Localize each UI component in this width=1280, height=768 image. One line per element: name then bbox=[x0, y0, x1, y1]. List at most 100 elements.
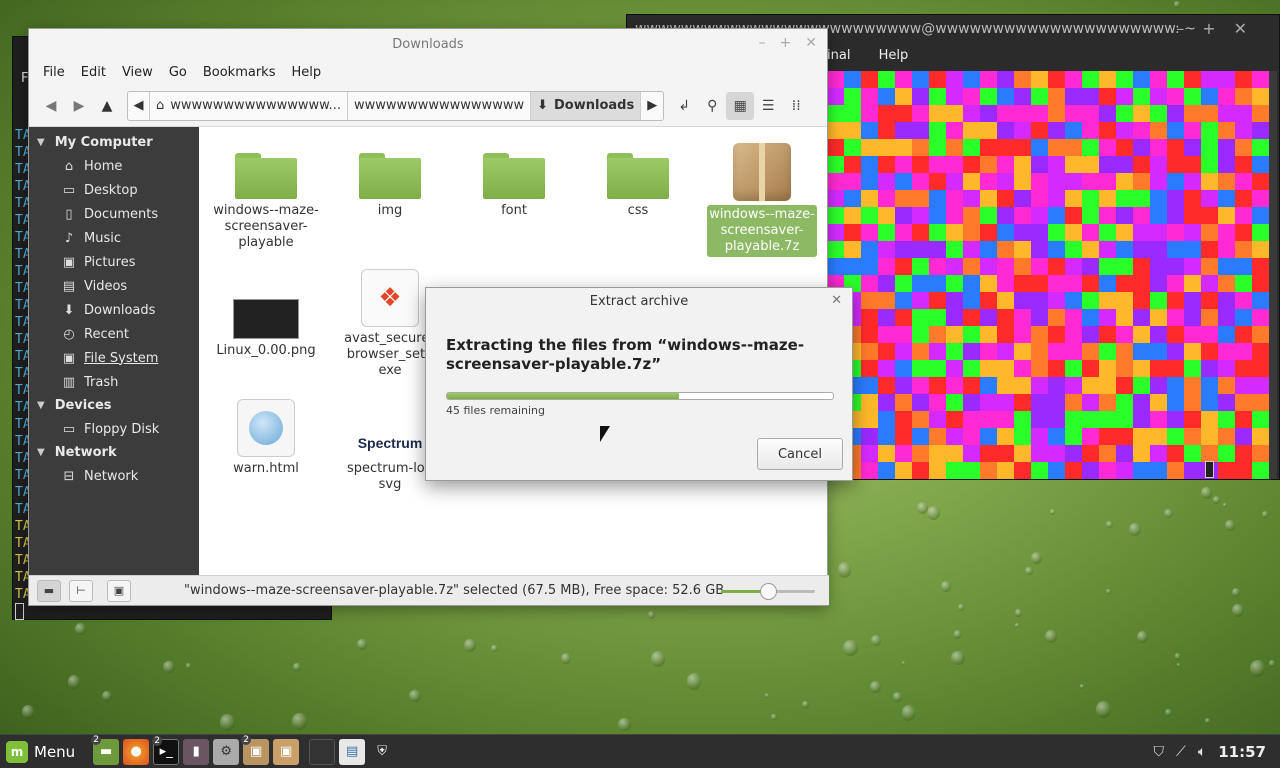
file-item[interactable]: css bbox=[583, 127, 693, 219]
taskbar-files-icon[interactable]: 2 ▬ bbox=[91, 734, 120, 765]
file-item[interactable]: Linux_0.00.png bbox=[211, 275, 321, 359]
taskbar-firefox-icon[interactable]: ● bbox=[123, 738, 150, 765]
list-view-icon[interactable]: ☰ bbox=[754, 92, 782, 120]
screensaver-mosaic bbox=[827, 71, 1269, 479]
raindrop bbox=[647, 610, 656, 619]
hide-sidebar-icon[interactable]: ▣ bbox=[107, 579, 131, 602]
minimize-icon[interactable]: – bbox=[759, 35, 766, 51]
sidebar-header-devices[interactable]: ▼ Devices bbox=[29, 394, 199, 417]
mosaic-cell bbox=[1133, 122, 1150, 139]
raindrop bbox=[1129, 523, 1141, 537]
menu-go[interactable]: Go bbox=[163, 65, 193, 80]
menu-help[interactable]: Help bbox=[285, 65, 327, 80]
menu-file[interactable]: File bbox=[37, 65, 71, 80]
sidebar-item-recent[interactable]: ◴ Recent bbox=[29, 322, 199, 346]
mosaic-cell bbox=[1082, 428, 1099, 445]
taskbar-blank-window-icon[interactable] bbox=[309, 738, 336, 765]
sidebar-item-trash[interactable]: ▥ Trash bbox=[29, 370, 199, 394]
zoom-slider-knob[interactable] bbox=[760, 583, 777, 600]
path-right-arrow-icon[interactable]: ▶ bbox=[641, 92, 663, 120]
sidebar-item-floppy-disk[interactable]: ▭ Floppy Disk bbox=[29, 417, 199, 441]
sidebar-header-network[interactable]: ▼ Network bbox=[29, 441, 199, 464]
sidebar-item-pictures[interactable]: ▣ Pictures bbox=[29, 250, 199, 274]
menu-bookmarks[interactable]: Bookmarks bbox=[197, 65, 282, 80]
close-icon[interactable]: ✕ bbox=[831, 293, 842, 308]
terminal-menu-help[interactable]: Help bbox=[879, 48, 909, 63]
volume-icon[interactable]: 🔈︎ bbox=[1198, 744, 1206, 760]
taskbar-package-icon[interactable]: 2 ▣ bbox=[241, 734, 270, 765]
taskbar-archive-manager-icon[interactable]: ▮ bbox=[183, 738, 210, 765]
collapse-triangle-icon[interactable]: ▼ bbox=[37, 447, 45, 458]
mosaic-cell bbox=[861, 71, 878, 88]
taskbar-settings-icon[interactable]: ⚙ bbox=[213, 738, 240, 765]
raindrop bbox=[618, 717, 631, 732]
sidebar-item-documents[interactable]: ▯ Documents bbox=[29, 202, 199, 226]
collapse-triangle-icon[interactable]: ▼ bbox=[37, 400, 45, 411]
terminal-scrollbar[interactable] bbox=[1269, 71, 1277, 479]
file-item[interactable]: img bbox=[335, 127, 445, 219]
forward-arrow-icon[interactable]: ▶ bbox=[65, 92, 93, 120]
extract-archive-dialog[interactable]: Extract archive ✕ Extracting the files f… bbox=[425, 287, 853, 481]
show-tree-icon[interactable]: ⊢ bbox=[69, 579, 93, 602]
path-segment-user[interactable]: wwwwwwwwwwwwwwww bbox=[348, 91, 532, 120]
terminal-menu-terminal[interactable]: inal bbox=[827, 48, 850, 63]
close-icon[interactable]: ✕ bbox=[805, 35, 817, 51]
file-item[interactable]: warn.html bbox=[211, 399, 321, 477]
zoom-slider[interactable] bbox=[721, 583, 815, 600]
mosaic-cell bbox=[1167, 377, 1184, 394]
mosaic-cell bbox=[1201, 139, 1218, 156]
path-left-arrow-icon[interactable]: ◀ bbox=[128, 91, 150, 120]
mosaic-cell bbox=[895, 462, 912, 479]
mosaic-cell bbox=[980, 105, 997, 122]
file-item[interactable]: font bbox=[459, 127, 569, 219]
taskbar-text-editor-icon[interactable]: ▤ bbox=[339, 738, 366, 765]
sidebar-item-network[interactable]: ⊟ Network bbox=[29, 464, 199, 488]
sidebar-item-label: Trash bbox=[84, 374, 119, 390]
menu-edit[interactable]: Edit bbox=[75, 65, 112, 80]
path-home-segment[interactable]: ⌂ wwwwwwwwwwwwwww... bbox=[150, 91, 348, 120]
terminal-left-output: TA TA TA TA TA TA TA TA TA TA TA TA TA TA TA TA TA TA TA TA… bbox=[15, 127, 31, 603]
path-segment-downloads[interactable]: ⬇ Downloads bbox=[531, 91, 642, 120]
mosaic-cell bbox=[1082, 105, 1099, 122]
show-places-icon[interactable]: ▬ bbox=[37, 579, 61, 602]
mosaic-cell bbox=[1167, 428, 1184, 445]
mosaic-cell bbox=[1235, 394, 1252, 411]
shield-tray-icon[interactable]: ⛉ bbox=[1154, 744, 1165, 760]
mosaic-cell bbox=[1065, 428, 1082, 445]
mosaic-cell bbox=[1184, 428, 1201, 445]
mosaic-cell bbox=[1201, 360, 1218, 377]
maximize-icon[interactable]: + bbox=[780, 35, 792, 51]
network-tray-icon[interactable]: ⟋ bbox=[1176, 744, 1186, 760]
sidebar-item-music[interactable]: ♪ Music bbox=[29, 226, 199, 250]
file-manager-titlebar[interactable]: Downloads – + ✕ bbox=[29, 29, 827, 59]
taskbar-shield-icon[interactable]: ⛨ bbox=[369, 739, 395, 765]
sidebar-item-desktop[interactable]: ▭ Desktop bbox=[29, 178, 199, 202]
sidebar-item-downloads[interactable]: ⬇ Downloads bbox=[29, 298, 199, 322]
toggle-location-icon[interactable]: ↲ bbox=[670, 92, 698, 120]
back-arrow-icon[interactable]: ◀ bbox=[37, 92, 65, 120]
icon-view-icon[interactable]: ▦ bbox=[726, 91, 755, 120]
clock[interactable]: 11:57 bbox=[1218, 743, 1266, 761]
sidebar-item-home[interactable]: ⌂ Home bbox=[29, 154, 199, 178]
taskbar-badge: 2 bbox=[152, 735, 162, 746]
sidebar-item-file-system[interactable]: ▣ File System bbox=[29, 346, 199, 370]
file-item[interactable]: windows--maze- screensaver- playable.7z bbox=[707, 127, 817, 257]
download-arrow-icon: ⬇ bbox=[537, 98, 548, 113]
up-arrow-icon[interactable]: ▲ bbox=[93, 92, 121, 120]
sidebar-item-videos[interactable]: ▤ Videos bbox=[29, 274, 199, 298]
collapse-triangle-icon[interactable]: ▼ bbox=[37, 137, 45, 148]
taskbar-package-2-icon[interactable]: ▣ bbox=[273, 738, 300, 765]
cancel-button[interactable]: Cancel bbox=[757, 438, 843, 470]
menu-view[interactable]: View bbox=[116, 65, 159, 80]
mosaic-cell bbox=[997, 343, 1014, 360]
start-menu-button[interactable]: m Menu bbox=[0, 735, 83, 768]
mosaic-cell bbox=[1116, 190, 1133, 207]
search-icon[interactable]: ⚲ bbox=[698, 92, 726, 120]
mosaic-cell bbox=[1082, 241, 1099, 258]
file-item[interactable]: windows--maze- screensaver- playable bbox=[211, 127, 321, 251]
compact-view-icon[interactable]: ⁞⁞ bbox=[782, 92, 810, 120]
taskbar-terminal-icon[interactable]: 2 ▸_ bbox=[152, 735, 180, 765]
dialog-titlebar[interactable]: Extract archive ✕ bbox=[426, 288, 852, 314]
sidebar-header-my-computer[interactable]: ▼ My Computer bbox=[29, 131, 199, 154]
terminal-window-controls[interactable]: –+✕ bbox=[1176, 19, 1265, 38]
